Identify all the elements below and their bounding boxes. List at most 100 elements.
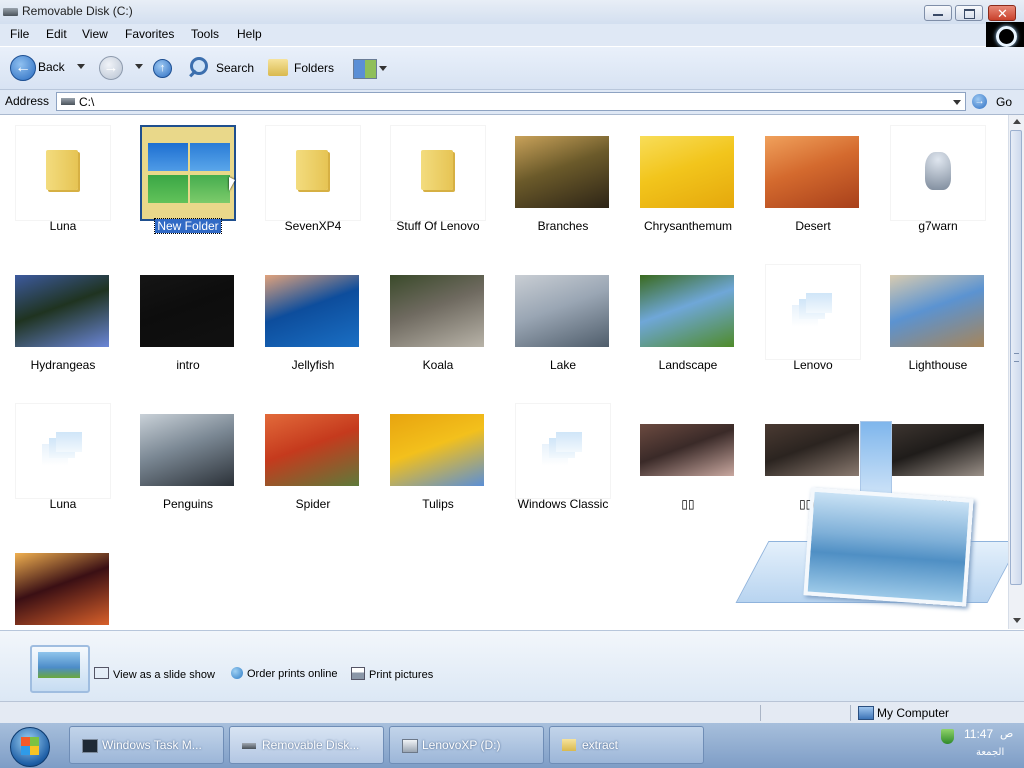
order-prints-link[interactable]: Order prints online [231,667,338,680]
file-item[interactable]: ▯▯(2) [750,393,874,529]
grip-icon [1014,353,1019,362]
file-name: Jellyfish [291,358,335,372]
folders-label: Folders [294,61,335,75]
taskbar-removable-disk[interactable]: Removable Disk... [229,726,384,764]
task-manager-icon [82,739,98,753]
status-divider [760,705,761,721]
file-item[interactable]: Chrysanthemum [625,115,749,251]
file-name: Koala [422,358,454,372]
file-item[interactable]: g7warn [875,115,999,251]
file-item[interactable]: Desert [750,115,874,251]
file-item[interactable]: ▯▯(3) [875,393,999,529]
file-item[interactable]: intro [125,254,249,390]
file-item[interactable]: Landscape [625,254,749,390]
file-item[interactable]: Tulips [375,393,499,529]
back-button[interactable]: ← Back [8,53,70,83]
file-name: Penguins [162,497,214,511]
file-item[interactable]: ▯▯ [625,393,749,529]
window-title: Removable Disk (C:) [22,4,133,18]
mouse-cursor-icon [229,177,235,191]
file-name: SevenXP4 [284,219,342,233]
file-item[interactable]: Lake [500,254,624,390]
menu-tools[interactable]: Tools [189,27,221,41]
file-item[interactable]: New Folder [125,115,249,251]
thumbnail-image [15,553,109,625]
file-name: Windows Classic [517,497,609,511]
folders-button[interactable]: Folders [266,55,338,81]
gallery-stack [792,293,832,327]
scroll-up-icon[interactable] [1013,119,1021,124]
menu-view[interactable]: View [80,27,110,41]
go-label: Go [996,95,1013,109]
slideshow-link[interactable]: View as a slide show [94,667,215,681]
taskbar-task-manager[interactable]: Windows Task M... [69,726,224,764]
file-item[interactable]: Branches [500,115,624,251]
file-item[interactable]: Koala [375,254,499,390]
print-pictures-link[interactable]: Print pictures [351,667,433,681]
file-item-label: SevenXP4 [250,219,376,233]
file-name: Chrysanthemum [643,219,733,233]
file-item-label: Jellyfish [250,358,376,372]
file-item[interactable] [0,532,124,629]
minimize-button[interactable] [924,5,952,21]
file-item[interactable]: Luna [0,393,124,529]
address-input[interactable]: C:\ [56,92,966,111]
folder-icon [265,125,361,221]
go-button[interactable]: → Go [970,91,1022,113]
go-arrow-icon: → [972,94,987,109]
file-item[interactable]: Windows Classic [500,393,624,529]
photo-thumbnail [265,403,361,499]
thumbnail-image [390,414,484,486]
maximize-button[interactable] [955,5,983,21]
thumbnail-image [515,136,609,208]
file-item[interactable]: Penguins [125,393,249,529]
scroll-thumb[interactable] [1010,130,1022,585]
scroll-down-icon[interactable] [1013,618,1021,623]
drive-icon-taskbar [402,739,418,753]
file-item-label: Lighthouse [875,358,1001,372]
taskbar-lenovoxp[interactable]: LenovoXP (D:) [389,726,544,764]
address-dropdown-icon[interactable] [953,100,961,105]
file-item[interactable]: Lighthouse [875,254,999,390]
forward-arrow-icon[interactable]: → [99,56,123,80]
menu-file[interactable]: File [8,27,31,41]
file-item[interactable]: Stuff Of Lenovo [375,115,499,251]
clock-ampm: ص [1000,728,1014,740]
close-icon: ✕ [997,6,1008,21]
start-button[interactable] [10,727,50,767]
taskbar-extract[interactable]: extract [549,726,704,764]
file-view[interactable]: Luna New Folder SevenXP4 Stuff Of Lenovo Bra… [0,115,1008,629]
back-label: Back [38,60,65,74]
file-item[interactable]: Hydrangeas [0,254,124,390]
close-button[interactable]: ✕ [988,5,1016,21]
menu-edit[interactable]: Edit [44,27,69,41]
back-dropdown-icon[interactable] [77,64,85,69]
clock-time[interactable]: 11:47 [964,727,993,741]
file-item[interactable]: Spider [250,393,374,529]
up-folder-icon[interactable]: ↑ [153,59,172,78]
title-bar[interactable]: Removable Disk (C:) ✕ [0,0,1024,24]
file-item[interactable]: SevenXP4 [250,115,374,251]
status-location: My Computer [877,706,950,720]
photo-thumbnail [265,264,361,360]
picture-tasks-photo [38,652,80,678]
menu-help[interactable]: Help [235,27,264,41]
file-item-label: Hydrangeas [0,358,126,372]
thumbnail-image [640,424,734,476]
back-arrow-icon: ← [10,55,36,81]
file-item[interactable]: Jellyfish [250,254,374,390]
file-item[interactable]: Lenovo [750,254,874,390]
file-item-label: intro [125,358,251,372]
views-button[interactable] [350,56,390,80]
shield-icon[interactable] [941,729,954,744]
system-tray: 11:47 ص الجمعة [930,723,1024,768]
file-name: Desert [795,219,831,233]
file-name: Luna [49,497,77,511]
thumbnail-image [765,424,859,476]
search-button[interactable]: Search [186,55,258,81]
forward-dropdown-icon[interactable] [135,64,143,69]
wrench-shape [925,152,951,190]
file-name: ▯▯ [681,497,695,511]
menu-favorites[interactable]: Favorites [123,27,176,41]
file-item[interactable]: Luna [0,115,124,251]
